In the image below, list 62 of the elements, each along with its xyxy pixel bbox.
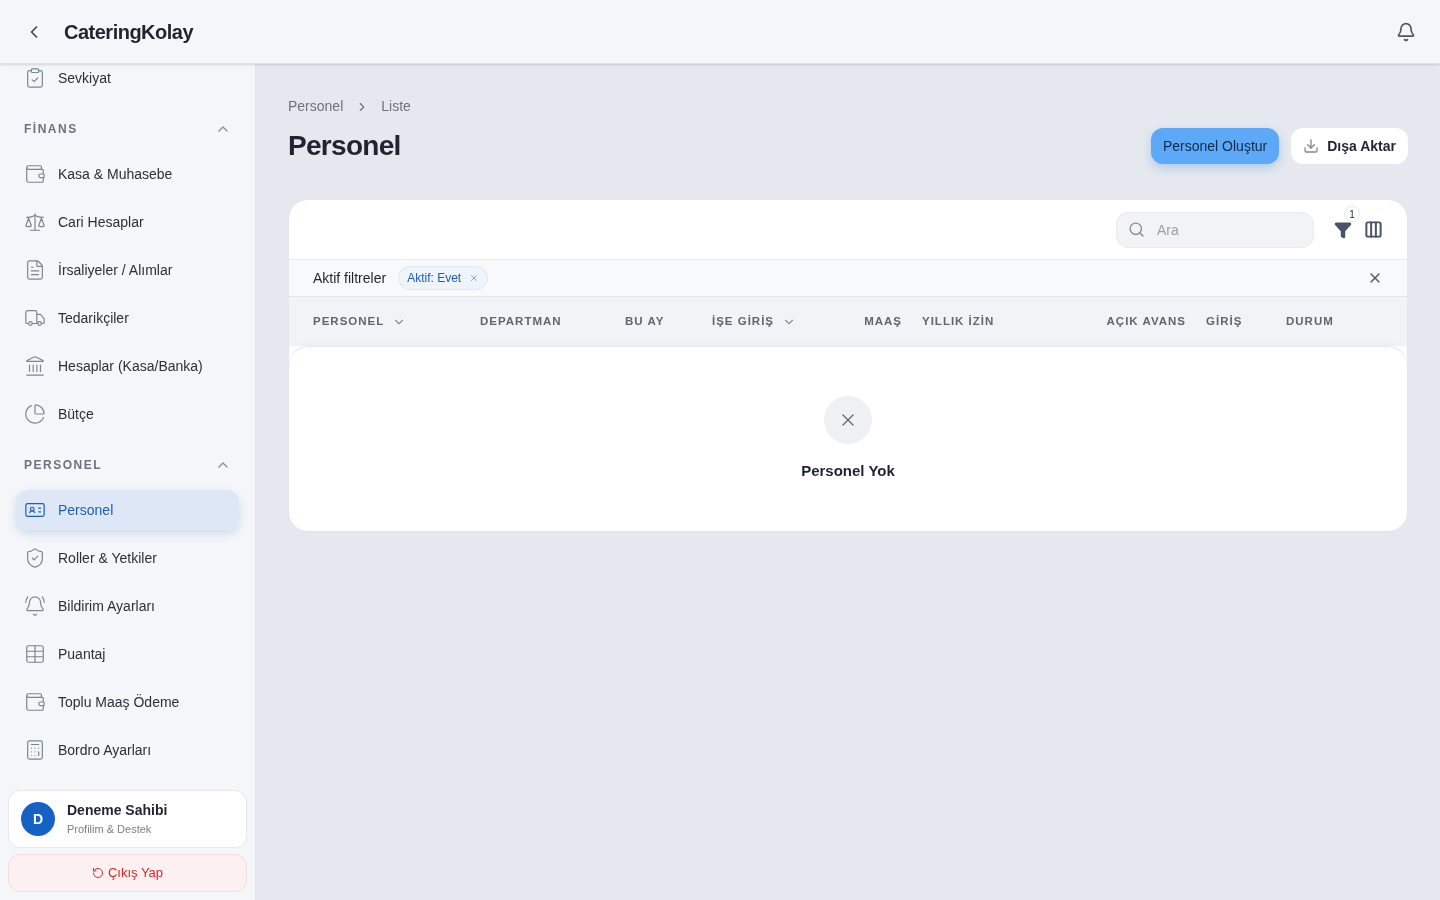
page-title: Personel (288, 129, 401, 163)
logout-icon (91, 867, 104, 879)
user-name: Deneme Sahibi (67, 801, 168, 821)
breadcrumb-item[interactable]: Personel (288, 96, 344, 117)
avatar: D (21, 802, 55, 836)
empty-icon (824, 395, 872, 444)
sidebar-item[interactable]: Puantaj (16, 634, 239, 674)
shield-icon (24, 547, 46, 569)
columns-icon (1364, 220, 1383, 239)
filter-button[interactable] (1334, 220, 1352, 239)
active-filters-label: Aktif filtreler (313, 268, 387, 288)
column-header[interactable]: YILLIK İZİN (922, 312, 995, 331)
bell-icon (24, 595, 46, 617)
notifications-button[interactable] (1396, 21, 1416, 42)
section-title: PERSONEL (24, 457, 102, 474)
columns-button[interactable] (1364, 220, 1383, 239)
column-header[interactable]: MAAŞ (864, 312, 902, 331)
column-header[interactable]: GİRİŞ (1206, 312, 1243, 331)
download-icon (1303, 138, 1320, 154)
document-icon (24, 259, 46, 281)
section-title: FİNANS (24, 121, 78, 138)
table-icon (24, 643, 46, 665)
breadcrumb-item[interactable]: Liste (381, 96, 411, 117)
column-header[interactable]: PERSONEL (313, 312, 385, 331)
column-header[interactable]: DURUM (1286, 312, 1334, 331)
sidebar-item[interactable]: Cari Hesaplar (16, 202, 239, 242)
empty-message: Personel Yok (801, 460, 895, 481)
column-header[interactable]: BU AY (625, 312, 665, 331)
sidebar-item[interactable]: Toplu Maaş Ödeme (16, 682, 239, 722)
pie-chart-icon (24, 403, 46, 425)
sidebar-item[interactable]: Tedarikçiler (16, 298, 239, 338)
logout-button[interactable]: Çıkış Yap (8, 854, 247, 892)
calculator-icon (24, 739, 46, 761)
filter-count-badge: 1 (1344, 206, 1360, 222)
bank-icon (24, 355, 46, 377)
sidebar-item[interactable]: Personel (16, 490, 239, 530)
column-header[interactable]: İŞE GİRİŞ (712, 312, 775, 331)
sidebar-item[interactable]: Bütçe (16, 394, 239, 434)
scale-icon (24, 211, 46, 233)
sidebar-item[interactable]: Kasa & Muhasebe (16, 154, 239, 194)
search-field[interactable]: Ara (1116, 211, 1314, 248)
notification-icon (1396, 21, 1416, 42)
sidebar-item[interactable]: Bordro Ayarları (16, 730, 239, 770)
wallet-icon (24, 163, 46, 185)
sidebar-item[interactable]: Roller & Yetkiler (16, 538, 239, 578)
clipboard-icon (24, 67, 46, 89)
search-icon (1128, 220, 1145, 238)
create-button[interactable]: Personel Oluştur (1150, 128, 1280, 164)
wallet-icon (24, 691, 46, 713)
column-header[interactable]: DEPARTMAN (480, 312, 562, 331)
sidebar-item[interactable]: Hesaplar (Kasa/Banka) (16, 346, 239, 386)
sidebar-item[interactable]: İrsaliyeler / Alımlar (16, 250, 239, 290)
sidebar-item[interactable]: Sevkiyat (16, 64, 239, 98)
sidebar-item[interactable]: Bildirim Ayarları (16, 586, 239, 626)
user-subtitle: Profilim & Destek (67, 822, 153, 838)
truck-icon (24, 307, 46, 329)
export-button[interactable]: Dışa Aktar (1291, 128, 1408, 164)
user-card[interactable]: D Deneme Sahibi Profilim & Destek (8, 790, 247, 848)
app-title: CateringKolay (64, 19, 194, 45)
filter-icon (1334, 220, 1352, 239)
column-header[interactable]: AÇIK AVANS (1106, 312, 1186, 331)
filter-chip[interactable]: Aktif: Evet (398, 266, 489, 290)
